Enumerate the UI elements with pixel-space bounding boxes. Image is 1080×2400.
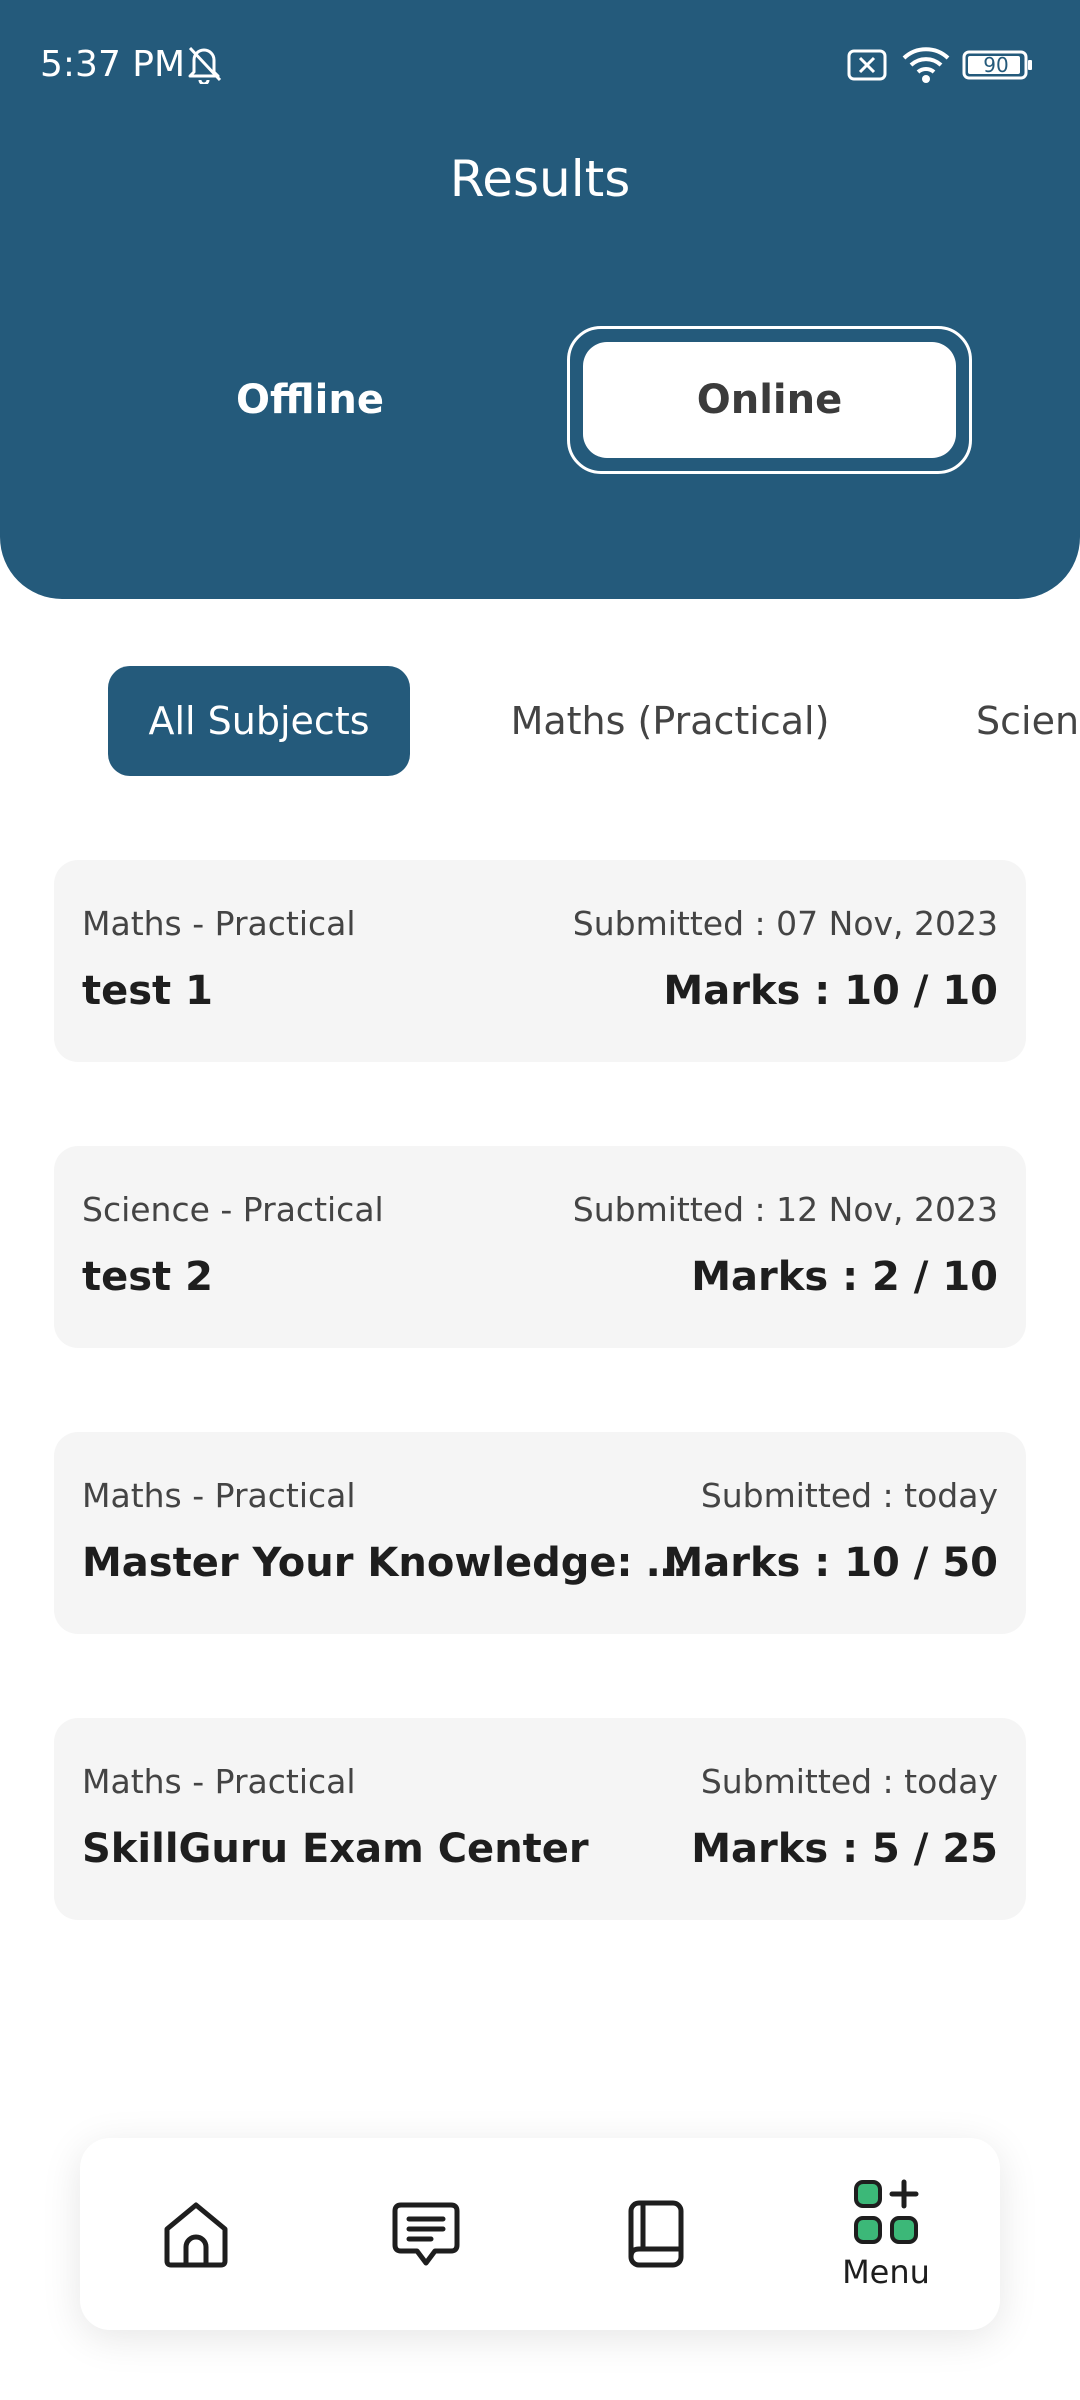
result-marks: Marks : 5 / 25 bbox=[691, 1826, 998, 1872]
book-icon bbox=[628, 2200, 684, 2268]
result-subject: Maths - Practical bbox=[82, 904, 356, 943]
result-subject: Science - Practical bbox=[82, 1190, 384, 1229]
result-title: SkillGuru Exam Center bbox=[82, 1826, 589, 1872]
result-submitted-date: Submitted : 07 Nov, 2023 bbox=[572, 904, 998, 943]
result-card[interactable]: Science - Practical Submitted : 12 Nov, … bbox=[54, 1146, 1026, 1348]
result-subject: Maths - Practical bbox=[82, 1476, 356, 1515]
tab-online[interactable]: Online bbox=[583, 342, 956, 458]
home-icon bbox=[164, 2202, 228, 2268]
status-bar: 5:37 PM 90 bbox=[0, 0, 1080, 130]
nav-home[interactable] bbox=[106, 2138, 286, 2330]
chat-icon bbox=[392, 2202, 460, 2266]
bottom-nav: Menu bbox=[80, 2138, 1000, 2330]
result-card[interactable]: Maths - Practical Submitted : 07 Nov, 20… bbox=[54, 860, 1026, 1062]
result-submitted-date: Submitted : today bbox=[700, 1476, 998, 1515]
chip-maths-practical[interactable]: Maths (Practical) bbox=[480, 666, 860, 776]
result-marks: Marks : 2 / 10 bbox=[691, 1254, 998, 1300]
result-title: test 1 bbox=[82, 968, 213, 1014]
result-card[interactable]: Maths - Practical Submitted : today Mast… bbox=[54, 1432, 1026, 1634]
result-submitted-date: Submitted : 12 Nov, 2023 bbox=[572, 1190, 998, 1229]
result-card[interactable]: Maths - Practical Submitted : today Skil… bbox=[54, 1718, 1026, 1920]
tab-offline[interactable]: Offline bbox=[150, 340, 470, 460]
nav-menu-label: Menu bbox=[842, 2253, 930, 2291]
chip-science-practical[interactable]: Science (Practical) bbox=[976, 666, 1080, 776]
header: 5:37 PM 90 Results Offline Online bbox=[0, 0, 1080, 599]
result-marks: Marks : 10 / 10 bbox=[663, 968, 998, 1014]
wifi-icon bbox=[902, 47, 950, 83]
no-sim-icon bbox=[847, 49, 887, 81]
nav-library[interactable] bbox=[566, 2138, 746, 2330]
menu-grid-icon bbox=[854, 2179, 919, 2244]
result-title: Master Your Knowledge: Online Exam bbox=[82, 1540, 712, 1586]
nav-messages[interactable] bbox=[336, 2138, 516, 2330]
result-subject: Maths - Practical bbox=[82, 1762, 356, 1801]
page-title: Results bbox=[449, 150, 631, 208]
nav-menu[interactable]: Menu bbox=[796, 2138, 976, 2330]
result-marks: Marks : 10 / 50 bbox=[663, 1540, 998, 1586]
chip-all-subjects[interactable]: All Subjects bbox=[108, 666, 410, 776]
battery-level: 90 bbox=[983, 53, 1009, 77]
status-time: 5:37 PM bbox=[40, 44, 186, 85]
result-title: test 2 bbox=[82, 1254, 213, 1300]
bell-muted-icon bbox=[188, 46, 222, 84]
result-submitted-date: Submitted : today bbox=[700, 1762, 998, 1801]
